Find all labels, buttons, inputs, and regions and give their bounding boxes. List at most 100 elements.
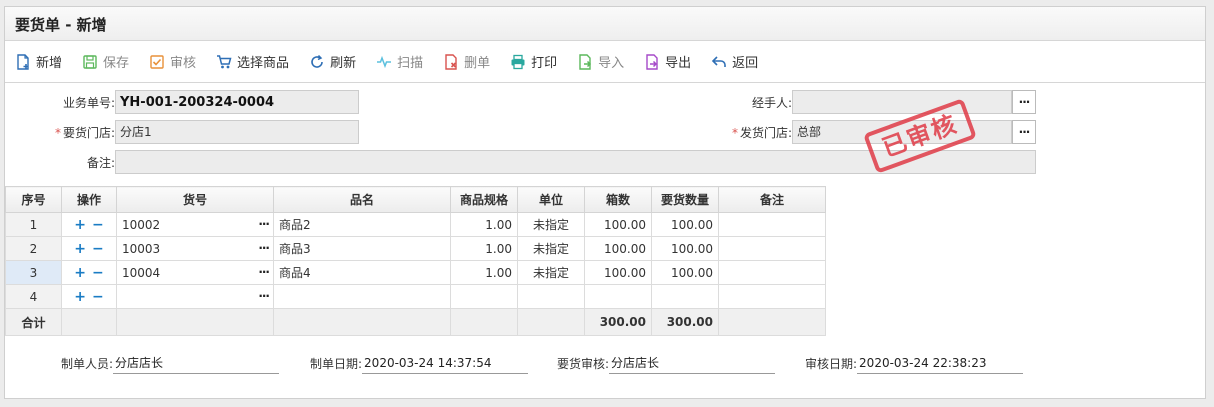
table-header-row: 序号 操作 货号 品名 商品规格 单位 箱数 要货数量 备注 xyxy=(5,186,826,213)
ship-store-label: * 发货门店: xyxy=(731,125,792,140)
add-row-button[interactable]: + xyxy=(74,265,86,281)
handler-field[interactable] xyxy=(792,90,1012,114)
spec-cell[interactable]: 1.00 xyxy=(450,236,518,261)
col-header-boxes: 箱数 xyxy=(584,186,652,213)
row-index: 4 xyxy=(5,284,62,309)
code-cell[interactable]: 10003 ··· xyxy=(116,236,274,261)
add-row-button[interactable]: + xyxy=(74,217,86,233)
code-cell[interactable]: 10004 ··· xyxy=(116,260,274,285)
import-icon xyxy=(577,53,593,70)
audit-date-label: 审核日期: xyxy=(805,356,858,371)
unit-cell[interactable]: 未指定 xyxy=(517,236,585,261)
doc-footer: 制单人员: 分店店长 制单日期: 2020-03-24 14:37:54 要货审… xyxy=(5,352,1205,382)
add-row-button[interactable]: + xyxy=(74,241,86,257)
note-cell[interactable] xyxy=(718,212,826,237)
main-panel: 要货单 - 新增 新增 保存 审核 选择商品 刷新 扫描 删单 打印 导入 导出… xyxy=(4,6,1206,399)
select-goods-button[interactable]: 选择商品 xyxy=(216,52,289,71)
row-index: 3 xyxy=(5,260,62,285)
row-ops: + − xyxy=(61,284,117,309)
name-cell[interactable]: 商品2 xyxy=(273,212,451,237)
row-index: 1 xyxy=(5,212,62,237)
handler-picker-button[interactable]: ··· xyxy=(1012,90,1036,114)
boxes-cell[interactable]: 100.00 xyxy=(584,260,652,285)
audit-date-item: 审核日期: 2020-03-24 22:38:23 xyxy=(805,352,1024,374)
table-row[interactable]: 3 + − 10004 ··· 商品4 1.00 未指定 100.00 100.00 xyxy=(5,260,826,285)
audit-check-icon xyxy=(149,54,165,70)
total-row: 合计 300.00 300.00 xyxy=(5,308,826,336)
total-qty: 300.00 xyxy=(651,308,719,336)
qty-cell[interactable]: 100.00 xyxy=(651,260,719,285)
goods-picker-button[interactable]: ··· xyxy=(258,241,270,255)
toolbar: 新增 保存 审核 选择商品 刷新 扫描 删单 打印 导入 导出 返回 xyxy=(5,41,1205,83)
goods-picker-button[interactable]: ··· xyxy=(258,217,270,231)
auditor-value: 分店店长 xyxy=(609,352,776,374)
doc-no-field[interactable]: YH-001-200324-0004 xyxy=(115,90,359,114)
refresh-button[interactable]: 刷新 xyxy=(309,52,356,71)
table-row[interactable]: 1 + − 10002 ··· 商品2 1.00 未指定 100.00 100.00 xyxy=(5,212,826,237)
make-date-label: 制单日期: xyxy=(310,356,363,371)
delete-button[interactable]: 删单 xyxy=(443,52,490,71)
spec-cell[interactable] xyxy=(450,284,518,309)
req-store-field[interactable]: 分店1 xyxy=(115,120,359,144)
total-label: 合计 xyxy=(5,308,62,336)
audit-button[interactable]: 审核 xyxy=(149,52,196,71)
save-icon xyxy=(82,54,98,70)
qty-cell[interactable]: 100.00 xyxy=(651,212,719,237)
name-cell[interactable]: 商品3 xyxy=(273,236,451,261)
qty-cell[interactable]: 100.00 xyxy=(651,236,719,261)
save-button[interactable]: 保存 xyxy=(82,52,129,71)
print-button[interactable]: 打印 xyxy=(510,52,557,71)
back-button[interactable]: 返回 xyxy=(711,52,758,71)
make-date-value: 2020-03-24 14:37:54 xyxy=(362,352,529,374)
export-button[interactable]: 导出 xyxy=(644,52,691,71)
scan-button[interactable]: 扫描 xyxy=(376,52,423,71)
page-title: 要货单 - 新增 xyxy=(5,7,1205,41)
new-button[interactable]: 新增 xyxy=(15,52,62,71)
note-cell[interactable] xyxy=(718,284,826,309)
remove-row-button[interactable]: − xyxy=(92,289,104,305)
boxes-cell[interactable]: 100.00 xyxy=(584,212,652,237)
spec-cell[interactable]: 1.00 xyxy=(450,212,518,237)
maker-value: 分店店长 xyxy=(113,352,280,374)
row-ops: + − xyxy=(61,212,117,237)
doc-no-label: 业务单号: xyxy=(62,95,115,110)
boxes-cell[interactable]: 100.00 xyxy=(584,236,652,261)
remove-row-button[interactable]: − xyxy=(92,241,104,257)
import-button[interactable]: 导入 xyxy=(577,52,624,71)
code-cell[interactable]: 10002 ··· xyxy=(116,212,274,237)
col-header-note: 备注 xyxy=(718,186,826,213)
goods-picker-button[interactable]: ··· xyxy=(258,289,270,303)
boxes-cell[interactable] xyxy=(584,284,652,309)
handler-row: 经手人: ··· xyxy=(705,90,1036,114)
row-ops: + − xyxy=(61,236,117,261)
col-header-spec: 商品规格 xyxy=(450,186,518,213)
auditor-item: 要货审核: 分店店长 xyxy=(557,352,776,374)
col-header-index: 序号 xyxy=(5,186,62,213)
spec-cell[interactable]: 1.00 xyxy=(450,260,518,285)
unit-cell[interactable]: 未指定 xyxy=(517,212,585,237)
name-cell[interactable]: 商品4 xyxy=(273,260,451,285)
code-cell[interactable]: ··· xyxy=(116,284,274,309)
cart-icon xyxy=(216,54,232,70)
table-row[interactable]: 4 + − ··· xyxy=(5,284,826,309)
goods-picker-button[interactable]: ··· xyxy=(258,265,270,279)
req-store-label: * 要货门店: xyxy=(54,125,115,140)
add-row-button[interactable]: + xyxy=(74,289,86,305)
ship-store-picker-button[interactable]: ··· xyxy=(1012,120,1036,144)
handler-label: 经手人: xyxy=(751,95,792,110)
note-cell[interactable] xyxy=(718,236,826,261)
doc-no-row: 业务单号: YH-001-200324-0004 xyxy=(15,90,359,114)
remove-row-button[interactable]: − xyxy=(92,265,104,281)
name-cell[interactable] xyxy=(273,284,451,309)
remove-row-button[interactable]: − xyxy=(92,217,104,233)
qty-cell[interactable] xyxy=(651,284,719,309)
note-cell[interactable] xyxy=(718,260,826,285)
unit-cell[interactable] xyxy=(517,284,585,309)
table-row[interactable]: 2 + − 10003 ··· 商品3 1.00 未指定 100.00 100.00 xyxy=(5,236,826,261)
col-header-name: 品名 xyxy=(273,186,451,213)
refresh-icon xyxy=(309,54,325,70)
auditor-label: 要货审核: xyxy=(557,356,610,371)
export-icon xyxy=(644,53,660,70)
row-ops: + − xyxy=(61,260,117,285)
unit-cell[interactable]: 未指定 xyxy=(517,260,585,285)
